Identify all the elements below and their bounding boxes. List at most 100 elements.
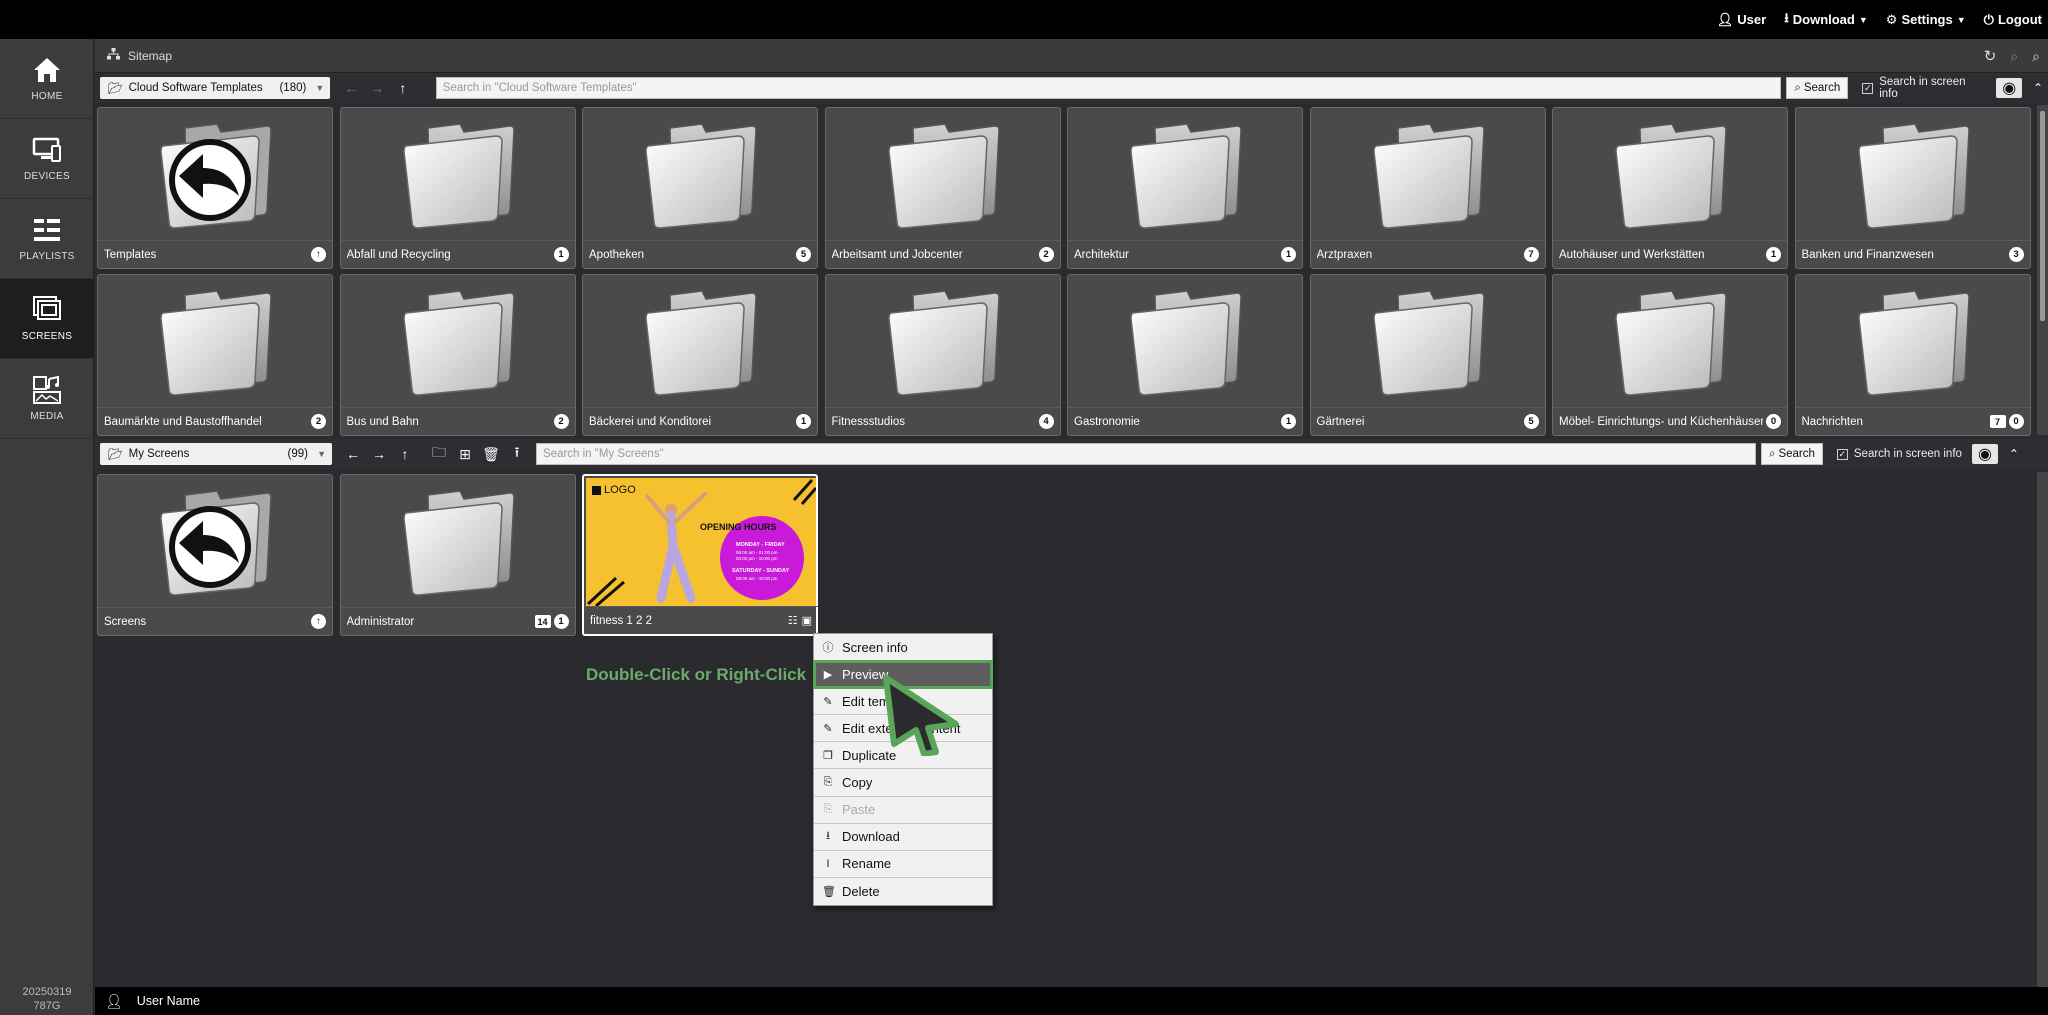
folder-tile[interactable]: Arbeitsamt und Jobcenter 2 [824, 107, 1061, 269]
folder-tile[interactable]: Arztpraxen 7 [1309, 107, 1546, 269]
folder-tile[interactable]: Gärtnerei 5 [1309, 274, 1546, 436]
back-arrow-button[interactable]: ← [340, 443, 366, 465]
folder-tile[interactable]: Banken und Finanzwesen 3 [1794, 107, 2031, 269]
menu-item-delete[interactable]: 🗑︎ Delete [814, 878, 992, 905]
back-folder-tile[interactable]: Templates ↑ [97, 107, 333, 269]
new-folder-icon[interactable]: 🗀︎ [426, 443, 452, 465]
tile-label: Fitnessstudios [831, 415, 906, 428]
logo-icon [592, 485, 601, 495]
chevron-up-icon[interactable]: ⌃ [2004, 443, 2024, 465]
logout-button[interactable]: ⏻ Logout [1984, 12, 2042, 28]
my-search-input[interactable] [536, 443, 1756, 465]
menu-item-rename[interactable]: I Rename [814, 851, 992, 878]
search-icon: ⌕ [1769, 447, 1776, 460]
chevron-up-icon[interactable]: ⌃ [2028, 77, 2048, 99]
menu-item-label: Edit template [842, 693, 918, 709]
download-icon: ⭳ [1784, 9, 1789, 25]
folder-tile[interactable]: Architektur 1 [1067, 107, 1303, 269]
folder-tile[interactable]: Abfall und Recycling 1 [339, 107, 576, 269]
download-icon: ⭳ [826, 830, 830, 843]
sidebar-item-playlists[interactable]: PLAYLISTS [0, 199, 94, 279]
top-bar: 👤︎ User ⭳ Download ▼ ⚙ Settings ▼ ⏻ Logout [0, 0, 2048, 39]
cloud-folder-select[interactable]: 📂︎ Cloud Software Templates (180) ▼ [100, 77, 331, 99]
user-menu[interactable]: 👤︎ User [1717, 12, 1766, 28]
folder-icon [1555, 110, 1785, 238]
up-circle-icon[interactable]: ↑ [311, 247, 326, 262]
trash-icon: 🗑︎ [822, 885, 836, 898]
menu-item-copy[interactable]: ⎘ Copy [814, 769, 992, 797]
cloud-search-info-checkbox[interactable]: ✓ Search in screen info [1862, 76, 1986, 100]
forward-arrow-button[interactable]: → [366, 443, 392, 465]
back-arrow-button[interactable]: ← [338, 77, 364, 99]
tile-label-bar: Nachrichten 7 0 [1795, 407, 2030, 435]
my-search-info-checkbox[interactable]: ✓ Search in screen info [1836, 448, 1962, 460]
refresh-icon[interactable]: ↻ [1984, 47, 1997, 65]
hint-text: Double-Click or Right-Click [586, 665, 807, 684]
folder-tile[interactable]: Fitnessstudios 4 [824, 274, 1061, 436]
back-folder-tile[interactable]: Screens ↑ [97, 474, 333, 636]
trash-icon[interactable]: 🗑︎ [478, 443, 504, 465]
my-scrollbar[interactable] [2037, 472, 2048, 987]
screen-tile[interactable]: LOGO OPENING HOURS MONDAY - FRIDAY 06:00 am… [582, 474, 818, 636]
folder-tile[interactable]: Baumärkte und Baustoffhandel 2 [97, 274, 333, 436]
caret-down-icon: ▼ [1858, 14, 1868, 25]
menu-item-edit-template[interactable]: ✎ Edit template [814, 688, 992, 716]
forward-arrow-button[interactable]: → [364, 77, 390, 99]
count-badge: 1 [1766, 247, 1781, 262]
search-label: Search [1778, 448, 1815, 460]
settings-menu[interactable]: ⚙ Settings ▼ [1886, 12, 1966, 28]
play-icon: ▶ [823, 668, 833, 681]
upload-icon[interactable]: ⭱ [504, 443, 530, 465]
folder-tile[interactable]: Administrator 14 1 [339, 474, 576, 636]
folder-icon [828, 277, 1058, 405]
tile-label-bar: Gärtnerei 5 [1310, 407, 1545, 435]
count-badge: 1 [553, 247, 569, 262]
sitemap-icon [107, 48, 120, 63]
tile-label-bar: Fitnessstudios 4 [825, 407, 1060, 435]
up-arrow-button[interactable]: ↑ [392, 443, 418, 465]
search-icon[interactable]: ⌕ [2032, 48, 2040, 65]
menu-item-duplicate[interactable]: ❐ Duplicate [814, 742, 992, 770]
sidebar-item-devices[interactable]: DEVICES [0, 119, 94, 199]
tile-label-bar: Templates ↑ [98, 240, 332, 268]
cloud-scrollbar[interactable] [2037, 105, 2048, 435]
eye-icon[interactable]: ◉ [1996, 78, 2023, 98]
cloud-search-input[interactable] [435, 77, 1782, 99]
scroll-thumb[interactable] [2040, 111, 2045, 321]
my-search-button[interactable]: ⌕ Search [1761, 443, 1823, 465]
new-screen-icon[interactable]: ⊞ [452, 443, 478, 465]
folder-tile[interactable]: Gastronomie 1 [1067, 274, 1303, 436]
edit-icon: ✎ [823, 695, 833, 708]
menu-item-download[interactable]: ⭳ Download [814, 824, 992, 851]
sidebar-item-label: HOME [31, 91, 63, 102]
folder-tile[interactable]: Möbel- Einrichtungs- und Küchenhäuser 0 [1552, 274, 1788, 436]
folder-tile[interactable]: Apotheken 5 [582, 107, 818, 269]
sidebar-item-home[interactable]: HOME [0, 39, 94, 119]
count-badge: 1 [1281, 414, 1296, 429]
menu-item-screen-info[interactable]: ⓘ Screen info [814, 634, 992, 662]
download-menu[interactable]: ⭳ Download ▼ [1784, 9, 1868, 31]
tile-label: Administrator [346, 615, 415, 628]
user-name: User Name [136, 994, 200, 1008]
sitemap-label[interactable]: Sitemap [128, 49, 172, 63]
folder-tile[interactable]: Nachrichten 7 0 [1794, 274, 2031, 436]
menu-item-preview[interactable]: ▶ Preview [813, 660, 993, 690]
folder-icon [1798, 110, 2028, 238]
up-arrow-button[interactable]: ↑ [390, 77, 416, 99]
up-circle-icon[interactable]: ↑ [311, 614, 326, 629]
folder-icon [585, 277, 815, 405]
zoom-icon[interactable]: ⌕ [2010, 48, 2018, 65]
screen-thumbnail: LOGO OPENING HOURS MONDAY - FRIDAY 06:00 am… [586, 478, 816, 606]
playlists-icon [34, 219, 60, 241]
menu-item-edit-external-content[interactable]: ✎ Edit external content [814, 715, 992, 743]
sidebar-item-screens[interactable]: SCREENS [0, 279, 94, 359]
count-badge: 1 [796, 414, 811, 429]
folder-tile[interactable]: Bus und Bahn 2 [339, 274, 576, 436]
eye-icon[interactable]: ◉ [1971, 444, 1998, 464]
folder-tile[interactable]: Bäckerei und Konditorei 1 [582, 274, 818, 436]
sidebar-item-media[interactable]: MEDIA [0, 359, 94, 439]
cloud-search-button[interactable]: ⌕ Search [1786, 77, 1849, 99]
my-folder-select[interactable]: 📂︎ My Screens (99) ▼ [100, 443, 332, 465]
count-badge: 0 [1766, 414, 1781, 429]
folder-tile[interactable]: Autohäuser und Werkstätten 1 [1552, 107, 1788, 269]
